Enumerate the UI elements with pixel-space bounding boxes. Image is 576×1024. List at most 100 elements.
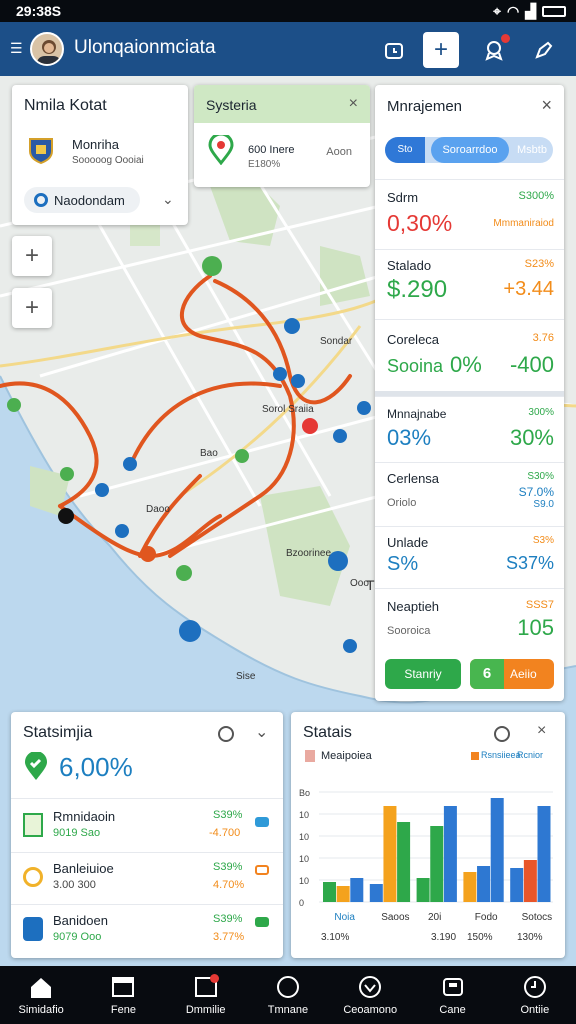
location-pin-icon xyxy=(208,132,234,166)
chevron-down-icon[interactable]: ⌄ xyxy=(255,722,268,742)
manage-row[interactable]: Neaptieh Sooroica SSS7 105 xyxy=(375,588,564,650)
row-value: $.290 xyxy=(387,276,448,303)
status-time: 29:38S xyxy=(16,3,62,19)
item-delta: -4.700 xyxy=(209,827,241,839)
inbox-icon xyxy=(193,974,219,1000)
map-label: Daoo xyxy=(146,504,170,515)
x-sub-label: 130% xyxy=(517,932,543,943)
stats-value: 6,00% xyxy=(59,752,133,782)
manage-row[interactable]: Stalado S23% $.290 +3.44 xyxy=(375,249,564,319)
x-tick-label: Sotocs xyxy=(522,912,553,923)
segment-3[interactable]: Msbtb xyxy=(511,137,553,163)
zoom-in-button[interactable]: + xyxy=(12,236,52,276)
manage-row[interactable]: Sdrm S300% 0,30% Mmmaniraiod xyxy=(375,179,564,249)
clock-button[interactable] xyxy=(376,32,412,68)
bar xyxy=(369,884,383,902)
document-icon xyxy=(23,813,43,837)
status-icons: ⌖ ◠ ▟ xyxy=(493,3,566,20)
zoom-in-secondary-button[interactable]: + xyxy=(12,288,52,328)
stats-row[interactable]: Banleiuioe 3.00 300 S39% 4.70% xyxy=(11,852,283,904)
row-pct: S3% xyxy=(532,535,554,546)
add-button[interactable]: + xyxy=(423,32,459,68)
action-button[interactable]: 6 Aeiio xyxy=(470,659,554,689)
stats-row[interactable]: Rmnidaoin 9019 Sao S39% -4.700 xyxy=(11,798,283,852)
segment-1[interactable]: Sto xyxy=(385,137,425,163)
bar xyxy=(537,806,551,902)
y-tick-label: 10 xyxy=(299,854,309,864)
row-sub: Mmmaniraiod xyxy=(493,218,554,229)
location-pin-icon xyxy=(23,751,49,782)
item-sub: 9079 Ooo xyxy=(53,931,102,943)
manage-row[interactable]: Mnnajnabe 300% 03% 30% xyxy=(375,396,564,462)
location-pin-icon xyxy=(34,193,48,207)
row-label: Cerlensa xyxy=(387,471,440,486)
bar xyxy=(490,798,504,902)
manage-row[interactable]: Unlade S3% S% S37% xyxy=(375,526,564,588)
area-selector[interactable]: Naodondam xyxy=(24,187,140,213)
item-pct: S39% xyxy=(213,913,243,925)
manage-row[interactable]: Cerlensa Oriolo S30% S7.0% S9.0 xyxy=(375,462,564,526)
edit-button[interactable] xyxy=(526,32,562,68)
status-button[interactable]: Stanriy xyxy=(385,659,461,689)
awards-button[interactable] xyxy=(476,32,512,68)
row-value: S% xyxy=(387,553,419,575)
map-label: Bao xyxy=(200,448,218,459)
x-tick-label: Saoos xyxy=(381,912,409,923)
location-card[interactable]: Nmila Kotat Monriha Sooooog Oooiai Naodo… xyxy=(12,85,188,225)
row-label: Stalado xyxy=(387,258,432,273)
system-right: Aoon xyxy=(326,146,352,158)
selector-label: Naodondam xyxy=(54,193,125,208)
system-card[interactable]: Systeria × 600 Inere E180% Aoon xyxy=(194,85,370,187)
trend-icon xyxy=(255,865,269,875)
row-pct: S300% xyxy=(518,190,554,202)
item-sub: 3.00 300 xyxy=(53,879,96,891)
clock-icon xyxy=(522,974,548,1000)
location-icon: ⌖ xyxy=(493,3,501,19)
manage-row[interactable]: Coreleca 3.76 Sooina 0% -400 xyxy=(375,319,564,391)
menu-icon[interactable]: ☰ xyxy=(10,40,23,57)
bar xyxy=(430,826,444,902)
nav-item-home[interactable]: Simidafio xyxy=(0,966,82,1024)
row-label: Mnnajnabe xyxy=(387,407,447,421)
trend-icon xyxy=(255,917,269,927)
x-sub-label: 150% xyxy=(467,932,493,943)
row-value: 03% xyxy=(387,425,432,450)
nav-item-files[interactable]: Fene xyxy=(82,966,164,1024)
nav-item-alerts[interactable]: Dmmilie xyxy=(165,966,247,1024)
close-icon[interactable]: × xyxy=(541,95,552,116)
bar xyxy=(510,868,524,902)
y-tick-label: 10 xyxy=(299,832,309,842)
plus-icon: + xyxy=(24,242,39,269)
search-icon[interactable] xyxy=(218,726,234,742)
y-tick-label: Bo xyxy=(299,788,310,798)
nav-item-clock[interactable]: Ontiie xyxy=(494,966,576,1024)
row-value-2: 0% xyxy=(450,352,482,377)
close-icon[interactable]: × xyxy=(349,95,358,113)
avatar[interactable] xyxy=(30,32,64,66)
item-sub: 9019 Sao xyxy=(53,827,101,839)
row-label: Unlade xyxy=(387,535,429,550)
bottom-nav: Simidafio Fene Dmmilie Tmnane Ceoamono C… xyxy=(0,966,576,1024)
signal-icon: ▟ xyxy=(525,3,536,19)
panel-title: Mnrajemen xyxy=(387,98,463,115)
row-sub3: S9.0 xyxy=(533,499,554,510)
action-count: 6 xyxy=(470,659,504,689)
app-header: ☰ Ulonqaionmciata + xyxy=(0,22,576,76)
chevron-down-icon[interactable]: ⌄ xyxy=(162,191,174,208)
system-line1: 600 Inere xyxy=(248,144,295,156)
coin-icon xyxy=(23,867,43,887)
plus-icon: + xyxy=(433,36,448,63)
row-sub: 30% xyxy=(509,425,554,450)
row-sub1: Oriolo xyxy=(387,497,417,509)
nav-item-timeline[interactable]: Tmnane xyxy=(247,966,329,1024)
segment-2[interactable]: Soroarrdoo xyxy=(431,137,509,163)
item-pct: S39% xyxy=(213,809,243,821)
map-label: Bzoorinee xyxy=(286,548,331,559)
nav-item-compass[interactable]: Ceoamono xyxy=(329,966,411,1024)
bar xyxy=(383,806,397,902)
plus-icon: + xyxy=(24,294,39,321)
stats-row[interactable]: Banidoen 9079 Ooo S39% 3.77% xyxy=(11,904,283,958)
bar xyxy=(443,806,457,902)
nav-item-camera[interactable]: Cane xyxy=(411,966,493,1024)
row-sub: 105 xyxy=(517,615,554,640)
